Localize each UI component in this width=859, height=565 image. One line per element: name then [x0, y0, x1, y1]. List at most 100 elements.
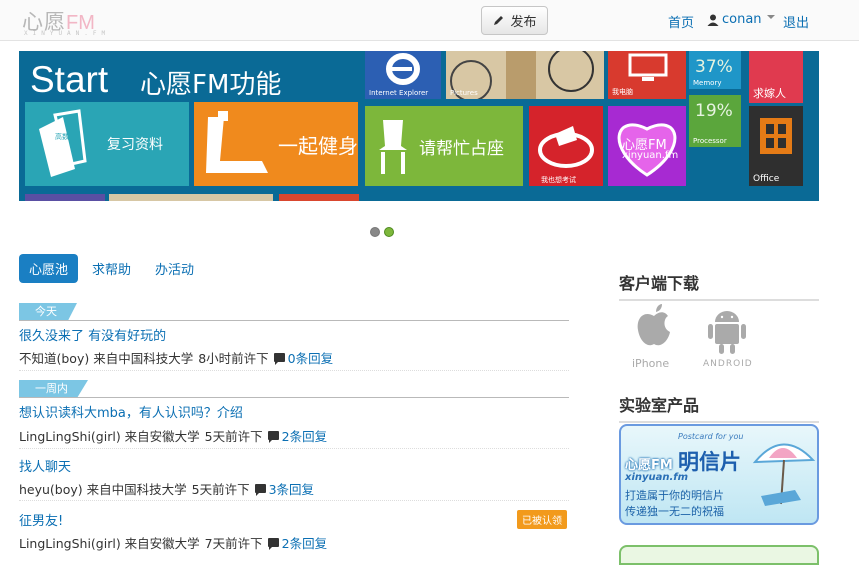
feed-tabs: 心愿池 求帮助 办活动 [19, 254, 204, 283]
comment-icon [267, 431, 279, 443]
tile-memory-label: Memory [693, 79, 722, 87]
tile-fitness: 一起健身 [194, 102, 358, 186]
carousel-dot-1[interactable] [370, 227, 380, 237]
banner-title: 心愿FM功能 [140, 70, 282, 100]
tile-girl: 求嫁人 [749, 51, 803, 103]
carousel-dot-2[interactable] [384, 227, 394, 237]
card-line1: 打造属于你的明信片 [625, 489, 724, 502]
card-line2: 传递独一无二的祝福 [625, 505, 724, 518]
banner-start-text: Start [30, 59, 109, 100]
chair-icon [379, 120, 407, 174]
feature-banner[interactable]: Start 心愿FM功能 Internet Explorer Pictures … [19, 51, 819, 201]
tile-pictures: Pictures [446, 51, 604, 99]
post-time: 7天前许下 [204, 536, 263, 551]
chevron-down-icon [766, 14, 775, 19]
tile-review-label: 复习资料 [107, 137, 163, 153]
svg-text:高数: 高数 [55, 132, 69, 141]
post-meta: LingLingShi(girl) 来自安徽大学 7天前许下 2条回复 [19, 533, 327, 552]
claimed-badge: 已被认领 [517, 510, 567, 529]
post-time: 5天前许下 [191, 482, 250, 497]
comment-icon [267, 538, 279, 550]
comment-icon [273, 353, 285, 365]
tile-strip-red [279, 194, 359, 201]
post-title[interactable]: 想认识读科大mba，有人认识吗？介绍 [19, 402, 243, 421]
divider [19, 448, 569, 449]
tile-fitness-label: 一起健身 [278, 133, 358, 158]
tile-girl-label: 求嫁人 [753, 87, 786, 100]
tile-strip-purple [25, 194, 105, 201]
logo-subtitle: XINYUAN.FM [24, 30, 111, 37]
post-time: 8小时前许下 [198, 351, 269, 366]
post-replies-link[interactable]: 2条回复 [267, 533, 327, 552]
post-author: LingLingShi(girl) 来自安徽大学 [19, 429, 200, 444]
post-replies-link[interactable]: 3条回复 [254, 479, 314, 498]
iphone-label[interactable]: iPhone [632, 357, 669, 370]
memory-percent: 37% [695, 57, 733, 77]
divider [19, 370, 569, 371]
nav-home-link[interactable]: 首页 [668, 12, 694, 31]
tile-pictures-label: Pictures [450, 89, 478, 97]
carousel-indicators [370, 227, 394, 237]
user-name[interactable]: conan [722, 12, 762, 27]
tile-memory: 37% Memory [689, 51, 741, 89]
tab-wish-pool[interactable]: 心愿池 [19, 254, 79, 283]
tile-xinyuan-love: 心愿FM xinyuan.fm [608, 106, 686, 186]
tile-office-label: Office [753, 174, 780, 184]
tile-my-pc: 我电脑 [608, 51, 686, 99]
computer-icon [628, 53, 668, 81]
tab-events[interactable]: 办活动 [145, 254, 204, 283]
publish-label: 发布 [510, 15, 537, 30]
postcard-product-card[interactable]: Postcard for you 心愿FM 明信片 xinyuan.fm 打造属… [619, 424, 819, 525]
post-author: heyu(boy) 来自中国科技大学 [19, 482, 187, 497]
treadmill-icon [206, 111, 268, 173]
section-week-tag: 一周内 [19, 380, 88, 397]
tab-ask-help[interactable]: 求帮助 [82, 254, 141, 283]
post-replies-link[interactable]: 2条回复 [267, 426, 327, 445]
tile-strip-beige [109, 194, 273, 201]
publish-button[interactable]: 发布 [481, 6, 548, 35]
apple-icon[interactable] [634, 302, 674, 356]
user-menu[interactable]: conan [707, 12, 775, 27]
card-postcard-text: Postcard for you [678, 432, 744, 441]
top-navbar: 心愿FM XINYUAN.FM 发布 首页 conan 退出 [0, 0, 859, 41]
processor-percent: 19% [695, 101, 733, 121]
tile-office: Office [749, 106, 803, 186]
pencil-icon [494, 16, 504, 25]
post-time: 5天前许下 [204, 429, 263, 444]
section-today-tag: 今天 [19, 303, 77, 320]
post-title[interactable]: 找人聊天 [19, 456, 71, 475]
user-icon [707, 14, 719, 26]
tile-processor: 19% Processor [689, 95, 741, 147]
tile-love-sub: xinyuan.fm [622, 150, 679, 161]
client-download-heading: 客户端下载 [619, 270, 819, 301]
site-logo[interactable]: 心愿FM XINYUAN.FM [22, 6, 105, 37]
card-fm-text: 心愿FM [625, 458, 673, 473]
post-meta: 不知道(boy) 来自中国科技大学 8小时前许下 0条回复 [19, 348, 333, 367]
ie-logo-icon [386, 53, 420, 85]
card-domain: xinyuan.fm [625, 472, 689, 483]
android-icon[interactable] [706, 306, 748, 356]
android-label[interactable]: ANDROID [703, 359, 753, 369]
post-author: 不知道(boy) 来自中国科技大学 [19, 351, 194, 366]
cake-icon: 我也想考试 [538, 126, 594, 184]
tile-exam: 我也想考试 [529, 106, 603, 186]
office-logo-icon [760, 118, 792, 154]
tile-ie-label: Internet Explorer [369, 89, 429, 97]
lab-products-heading: 实验室产品 [619, 392, 819, 423]
post-meta: heyu(boy) 来自中国科技大学 5天前许下 3条回复 [19, 479, 314, 498]
tile-pc-label: 我电脑 [612, 88, 633, 96]
post-replies-link[interactable]: 0条回复 [273, 348, 333, 367]
tile-internet-explorer: Internet Explorer [365, 51, 441, 99]
section-today: 今天 [19, 303, 569, 321]
post-title[interactable]: 很久没来了 有没有好玩的 [19, 325, 166, 344]
tile-review-materials: 高数 复习资料 [25, 102, 189, 186]
tile-processor-label: Processor [693, 137, 727, 145]
comment-icon [254, 484, 266, 496]
post-author: LingLingShi(girl) 来自安徽大学 [19, 536, 200, 551]
tile-exam-label: 我也想考试 [541, 175, 576, 184]
post-title[interactable]: 征男友! [19, 510, 63, 529]
divider [19, 500, 569, 501]
tile-seat: 请帮忙占座 [365, 106, 523, 186]
next-product-card[interactable] [619, 545, 819, 565]
logout-link[interactable]: 退出 [783, 12, 809, 31]
